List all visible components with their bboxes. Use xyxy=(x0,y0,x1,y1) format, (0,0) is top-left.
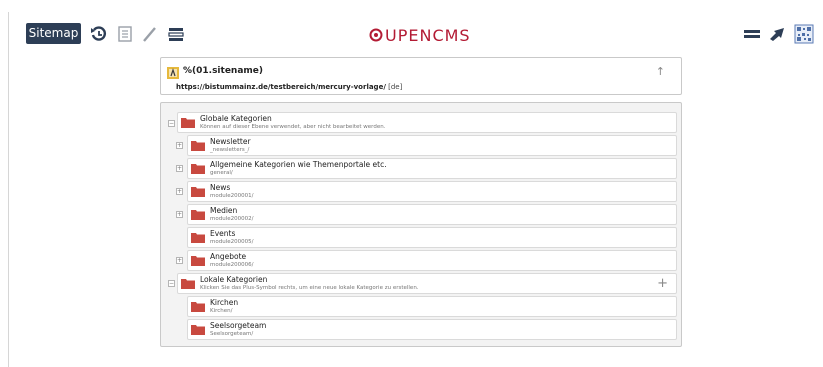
folder-icon xyxy=(191,141,205,151)
tree-item-subtitle: _newsletters_/ xyxy=(210,147,250,153)
tree-item-lokale-kategorien[interactable]: Lokale Kategorien Klicken Sie das Plus-S… xyxy=(177,273,677,294)
tree-item-angebote[interactable]: Angebote module200006/ xyxy=(187,250,677,271)
tree-item-subtitle: module200006/ xyxy=(210,262,254,268)
toolbar: Sitemap UPENCMS xyxy=(26,23,823,45)
logo-mark-icon xyxy=(369,28,383,42)
tree-item-title: Globale Kategorien xyxy=(200,114,272,123)
tree-item-subtitle: Klicken Sie das Plus-Symbol rechts, um e… xyxy=(200,285,419,291)
folder-icon xyxy=(181,118,195,128)
tree-item-subtitle: module200002/ xyxy=(210,216,254,222)
menu-icon[interactable] xyxy=(742,24,762,44)
tree-item-events[interactable]: Events module200005/ xyxy=(187,227,677,248)
site-url: https://bistummainz.de/testbereich/mercu… xyxy=(176,83,402,91)
site-url-link[interactable]: https://bistummainz.de/testbereich/mercu… xyxy=(176,83,386,91)
tree-item-seelsorgeteam[interactable]: Seelsorgeteam Seelsorgeteam/ xyxy=(187,319,677,340)
folder-icon xyxy=(191,325,205,335)
tree-item-subtitle: Können auf dieser Ebene verwendet, aber … xyxy=(200,124,386,130)
folder-icon xyxy=(191,302,205,312)
site-info-panel: %(01.sitename) https://bistummainz.de/te… xyxy=(160,57,682,95)
folder-icon xyxy=(191,210,205,220)
expand-toggle[interactable]: + xyxy=(176,211,183,218)
tree-item-kirchen[interactable]: Kirchen Kirchen/ xyxy=(187,296,677,317)
folder-icon xyxy=(191,233,205,243)
opencms-logo: UPENCMS xyxy=(369,24,471,46)
folder-icon xyxy=(191,187,205,197)
tree-item-title: Lokale Kategorien xyxy=(200,275,268,284)
tree-item-title: Seelsorgeteam xyxy=(210,321,267,330)
expand-toggle[interactable]: + xyxy=(176,165,183,172)
tree-item-subtitle: general/ xyxy=(210,170,233,176)
tree-item-title: Medien xyxy=(210,206,238,215)
tree-item-title: Events xyxy=(210,229,236,238)
tree-item-subtitle: module200001/ xyxy=(210,193,254,199)
wand-icon[interactable] xyxy=(140,24,160,44)
folder-icon xyxy=(191,164,205,174)
history-icon[interactable] xyxy=(89,24,109,44)
gallery-icon[interactable] xyxy=(166,24,186,44)
folder-icon xyxy=(191,256,205,266)
tree-item-title: Allgemeine Kategorien wie Themenportale … xyxy=(210,160,387,169)
tree-item-news[interactable]: News module200001/ xyxy=(187,181,677,202)
tree-item-medien[interactable]: Medien module200002/ xyxy=(187,204,677,225)
folder-icon xyxy=(181,279,195,289)
divider xyxy=(8,12,9,367)
expand-toggle[interactable]: + xyxy=(176,142,183,149)
qr-icon[interactable] xyxy=(794,24,814,44)
tree-item-newsletter[interactable]: Newsletter _newsletters_/ xyxy=(187,135,677,156)
expand-toggle[interactable]: + xyxy=(176,188,183,195)
site-language: [de] xyxy=(388,83,403,91)
site-title: %(01.sitename) xyxy=(183,66,263,76)
category-tree: − Globale Kategorien Können auf dieser E… xyxy=(160,102,682,347)
collapse-toggle[interactable]: − xyxy=(168,120,175,127)
logo-text: UPENCMS xyxy=(385,25,471,45)
collapse-toggle[interactable]: − xyxy=(168,280,175,287)
tree-item-title: Angebote xyxy=(210,252,247,261)
tree-item-subtitle: Kirchen/ xyxy=(210,308,233,314)
tree-item-title: News xyxy=(210,183,231,192)
list-icon[interactable] xyxy=(115,24,135,44)
app-frame: Sitemap UPENCMS %(01.sitename) https://b… xyxy=(0,0,823,367)
add-category-icon[interactable]: + xyxy=(657,277,668,290)
tree-item-title: Newsletter xyxy=(210,137,251,146)
tree-item-globale-kategorien[interactable]: Globale Kategorien Können auf dieser Ebe… xyxy=(177,112,677,133)
publish-icon[interactable] xyxy=(767,24,787,44)
tree-item-allgemeine-kategorien[interactable]: Allgemeine Kategorien wie Themenportale … xyxy=(187,158,677,179)
tree-item-subtitle: module200005/ xyxy=(210,239,254,245)
arrow-up-icon[interactable]: ↑ xyxy=(656,65,665,78)
tree-item-subtitle: Seelsorgeteam/ xyxy=(210,331,254,337)
tree-item-title: Kirchen xyxy=(210,298,239,307)
expand-toggle[interactable]: + xyxy=(176,257,183,264)
sitemap-button[interactable]: Sitemap xyxy=(26,23,81,44)
site-icon xyxy=(167,64,179,79)
